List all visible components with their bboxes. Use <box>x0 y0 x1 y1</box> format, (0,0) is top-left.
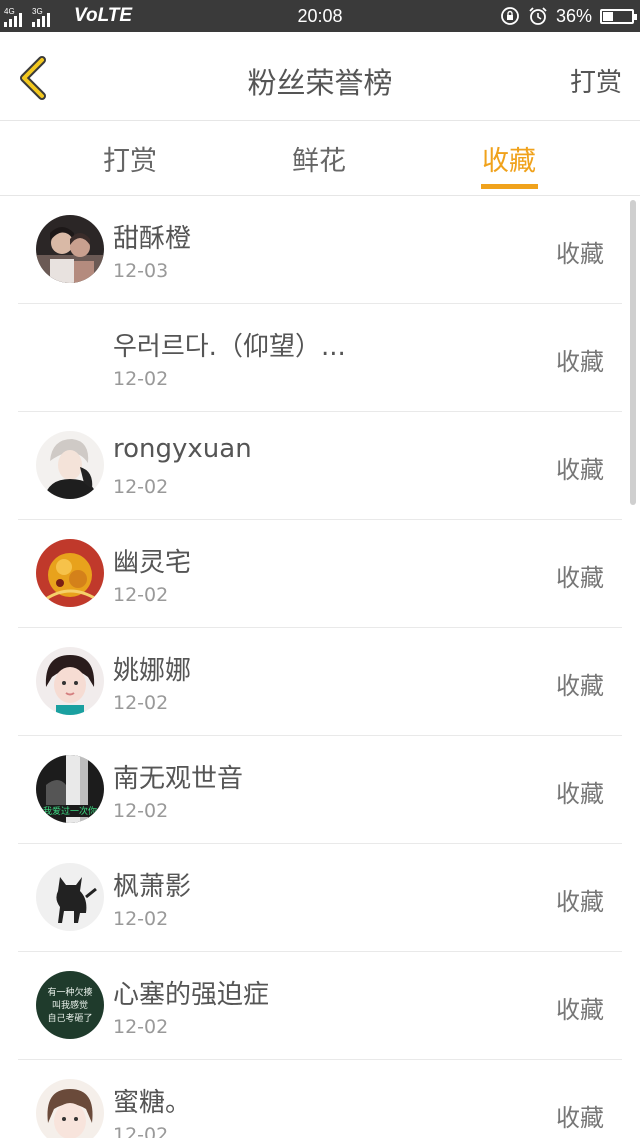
avatar-text-line: 叫我感觉 <box>52 999 88 1011</box>
tab-bar: 打赏 鲜花 收藏 <box>0 121 640 196</box>
avatar <box>36 647 104 715</box>
list-item[interactable]: 甜酥橙 12-03 收藏 <box>18 196 622 304</box>
alarm-icon <box>529 7 547 25</box>
status-right: 36% <box>500 4 637 28</box>
avatar <box>36 431 104 499</box>
fan-date: 12-02 <box>113 1124 169 1138</box>
list-item[interactable]: 蜜糖。 12-02 收藏 <box>18 1060 622 1138</box>
action-label: 收藏 <box>556 456 604 484</box>
fan-name: 甜酥橙 <box>113 224 192 254</box>
reward-button[interactable]: 打赏 <box>570 62 622 99</box>
list-item[interactable]: 幽灵宅 12-02 收藏 <box>18 520 622 628</box>
tab-favorites[interactable]: 收藏 <box>482 139 536 178</box>
action-label: 收藏 <box>556 564 604 592</box>
avatar <box>36 863 104 931</box>
fan-date: 12-02 <box>113 908 169 930</box>
rotation-lock-icon <box>501 7 519 25</box>
action-label: 收藏 <box>556 672 604 700</box>
fan-name: 우러르다.（仰望）... <box>113 332 346 362</box>
fan-list[interactable]: 甜酥橙 12-03 收藏 우러르다.（仰望）... 12-02 收藏 rongy… <box>0 196 640 1138</box>
fan-name: 心塞的强迫症 <box>113 980 270 1010</box>
fan-date: 12-02 <box>113 584 169 606</box>
list-item[interactable]: 有一种欠揍 叫我感觉 自己考砸了 心塞的强迫症 12-02 收藏 <box>18 952 622 1060</box>
battery-level-fill <box>603 11 613 21</box>
page-title: 粉丝荣誉榜 <box>247 66 393 100</box>
list-item[interactable]: 姚娜娜 12-02 收藏 <box>18 628 622 736</box>
fan-name: 蜜糖。 <box>113 1088 192 1118</box>
fan-name: 幽灵宅 <box>113 548 192 578</box>
action-label: 收藏 <box>556 348 604 376</box>
avatar-text-line: 有一种欠揍 <box>47 986 92 998</box>
battery-percent: 36% <box>555 5 592 26</box>
avatar: 我爱过一次你 <box>36 755 104 823</box>
fan-date: 12-02 <box>113 800 169 822</box>
tab-reward[interactable]: 打赏 <box>103 139 157 178</box>
action-label: 收藏 <box>556 888 604 916</box>
active-tab-indicator <box>481 184 538 189</box>
battery-icon <box>600 8 637 24</box>
fan-date: 12-02 <box>113 368 169 390</box>
status-bar: 4G 3G VoLTE 20:08 36% <box>0 0 640 32</box>
fan-name: 枫萧影 <box>113 872 192 902</box>
tab-flowers[interactable]: 鲜花 <box>292 139 346 178</box>
fan-date: 12-02 <box>113 1016 169 1038</box>
fan-date: 12-02 <box>113 692 169 714</box>
fan-date: 12-02 <box>113 476 169 498</box>
fan-name: 姚娜娜 <box>113 656 192 686</box>
fan-name: 南无观世音 <box>113 764 244 794</box>
list-item[interactable]: 枫萧影 12-02 收藏 <box>18 844 622 952</box>
avatar: 有一种欠揍 叫我感觉 自己考砸了 <box>36 971 104 1039</box>
fan-date: 12-03 <box>113 260 169 282</box>
avatar-caption: 我爱过一次你 <box>43 805 97 817</box>
app-header: 粉丝荣誉榜 打赏 <box>0 32 640 121</box>
scrollbar[interactable] <box>630 200 636 505</box>
avatar <box>36 215 104 283</box>
avatar <box>36 1079 104 1138</box>
action-label: 收藏 <box>556 780 604 808</box>
avatar <box>36 539 104 607</box>
list-item[interactable]: 우러르다.（仰望）... 12-02 收藏 <box>18 304 622 412</box>
list-item[interactable]: rongyxuan 12-02 收藏 <box>18 412 622 520</box>
fan-name: rongyxuan <box>113 434 252 464</box>
avatar-text-line: 自己考砸了 <box>47 1012 92 1024</box>
action-label: 收藏 <box>556 240 604 268</box>
action-label: 收藏 <box>556 996 604 1024</box>
action-label: 收藏 <box>556 1104 604 1132</box>
list-item[interactable]: 我爱过一次你 南无观世音 12-02 收藏 <box>18 736 622 844</box>
